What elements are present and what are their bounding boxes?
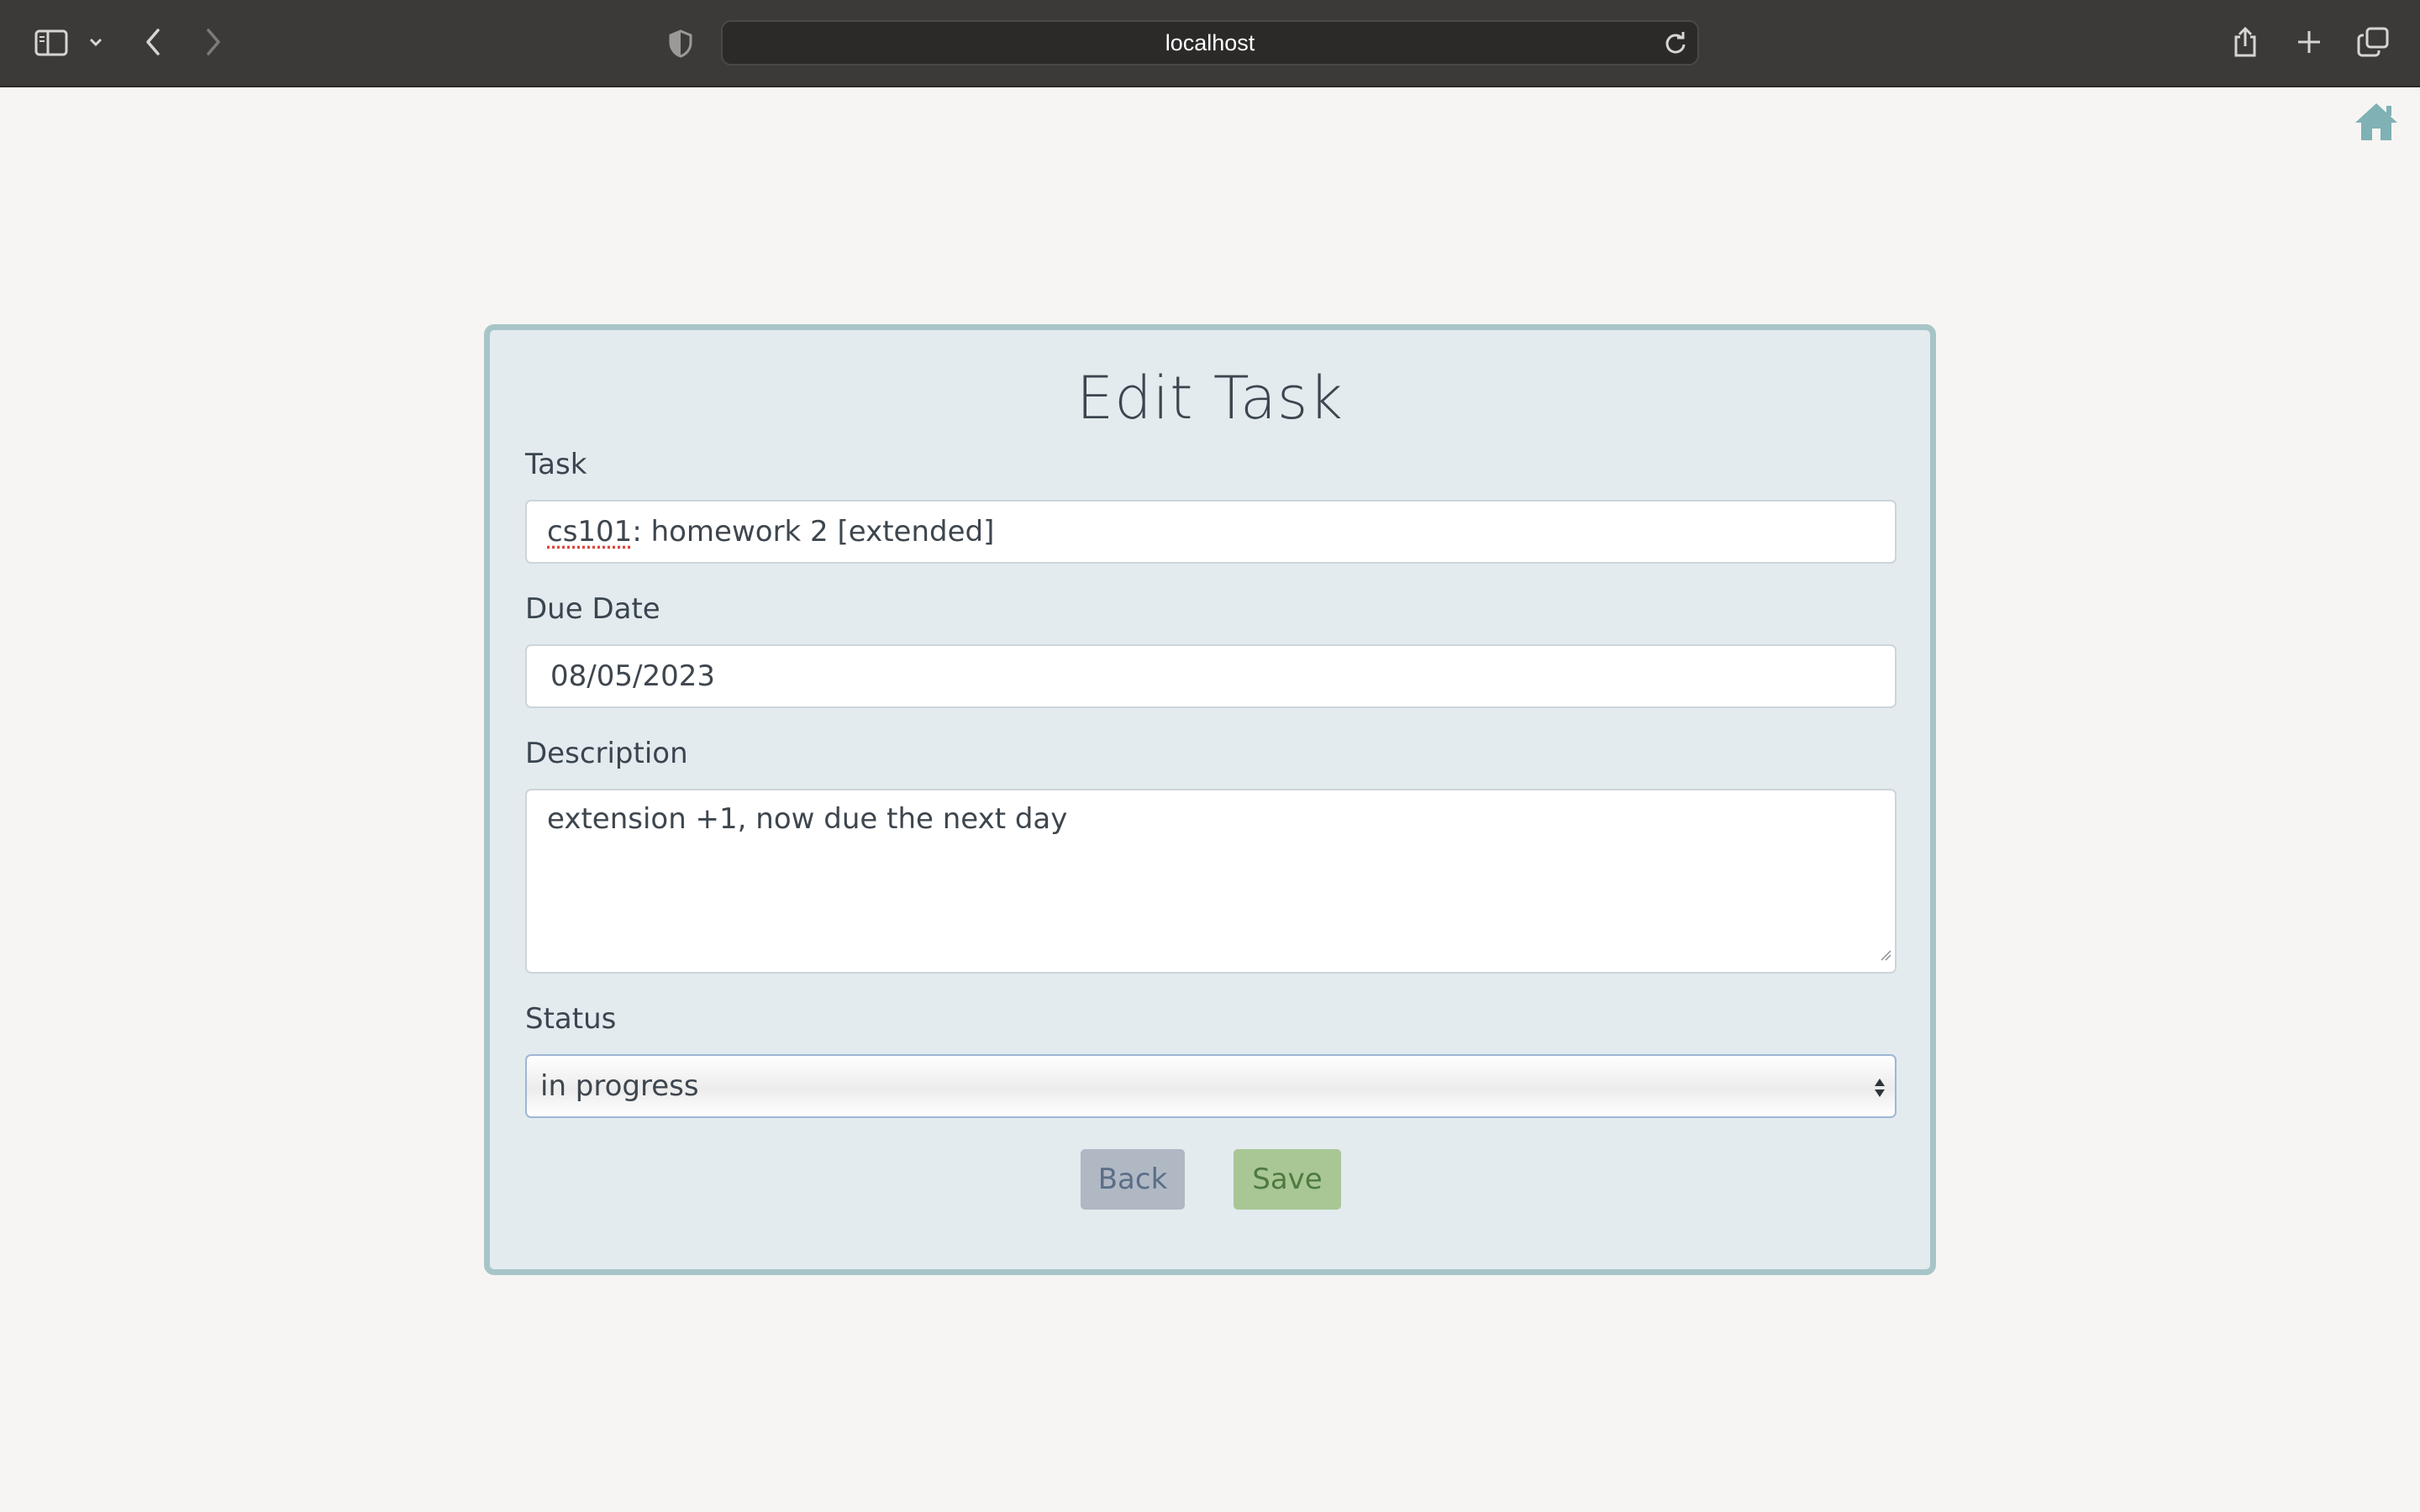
back-arrow-icon[interactable]	[138, 25, 168, 59]
due-date-value: 08/05/2023	[550, 659, 715, 693]
task-value-rest: : homework 2 [extended]	[632, 515, 995, 549]
back-button[interactable]: Back	[1081, 1149, 1185, 1210]
task-input[interactable]: cs101: homework 2 [extended]	[525, 500, 1897, 564]
save-button[interactable]: Save	[1234, 1149, 1341, 1210]
status-select[interactable]: in progress	[525, 1054, 1897, 1118]
sidebar-toggle-icon[interactable]	[32, 27, 71, 59]
tab-overview-icon[interactable]	[2354, 25, 2391, 59]
home-icon[interactable]	[2353, 101, 2400, 146]
address-text: localhost	[1165, 29, 1255, 55]
due-date-input[interactable]: 08/05/2023	[525, 644, 1897, 708]
forward-arrow-icon[interactable]	[198, 25, 229, 59]
description-label: Description	[525, 737, 688, 770]
description-textarea[interactable]: extension +1, now due the next day	[525, 789, 1897, 974]
edit-task-card: Edit Task Task cs101: homework 2 [extend…	[484, 324, 1936, 1275]
status-label: Status	[525, 1002, 617, 1036]
description-value: extension +1, now due the next day	[547, 802, 1068, 836]
chevron-down-icon[interactable]	[86, 32, 106, 52]
page-title: Edit Task	[1076, 364, 1344, 433]
select-arrows-icon	[1873, 1074, 1886, 1108]
task-input-value: cs101: homework 2 [extended]	[547, 501, 994, 562]
task-value-prefix: cs101	[547, 515, 633, 549]
address-bar[interactable]: localhost	[721, 20, 1699, 66]
new-tab-plus-icon[interactable]	[2292, 25, 2326, 59]
browser-toolbar: localhost	[0, 0, 2420, 87]
status-value: in progress	[540, 1069, 699, 1103]
share-icon[interactable]	[2230, 24, 2260, 60]
due-date-label: Due Date	[525, 592, 660, 626]
resize-handle-icon[interactable]	[1880, 935, 1891, 969]
task-label: Task	[525, 448, 587, 481]
reload-icon[interactable]	[1664, 31, 1687, 58]
privacy-shield-icon[interactable]	[666, 27, 696, 60]
